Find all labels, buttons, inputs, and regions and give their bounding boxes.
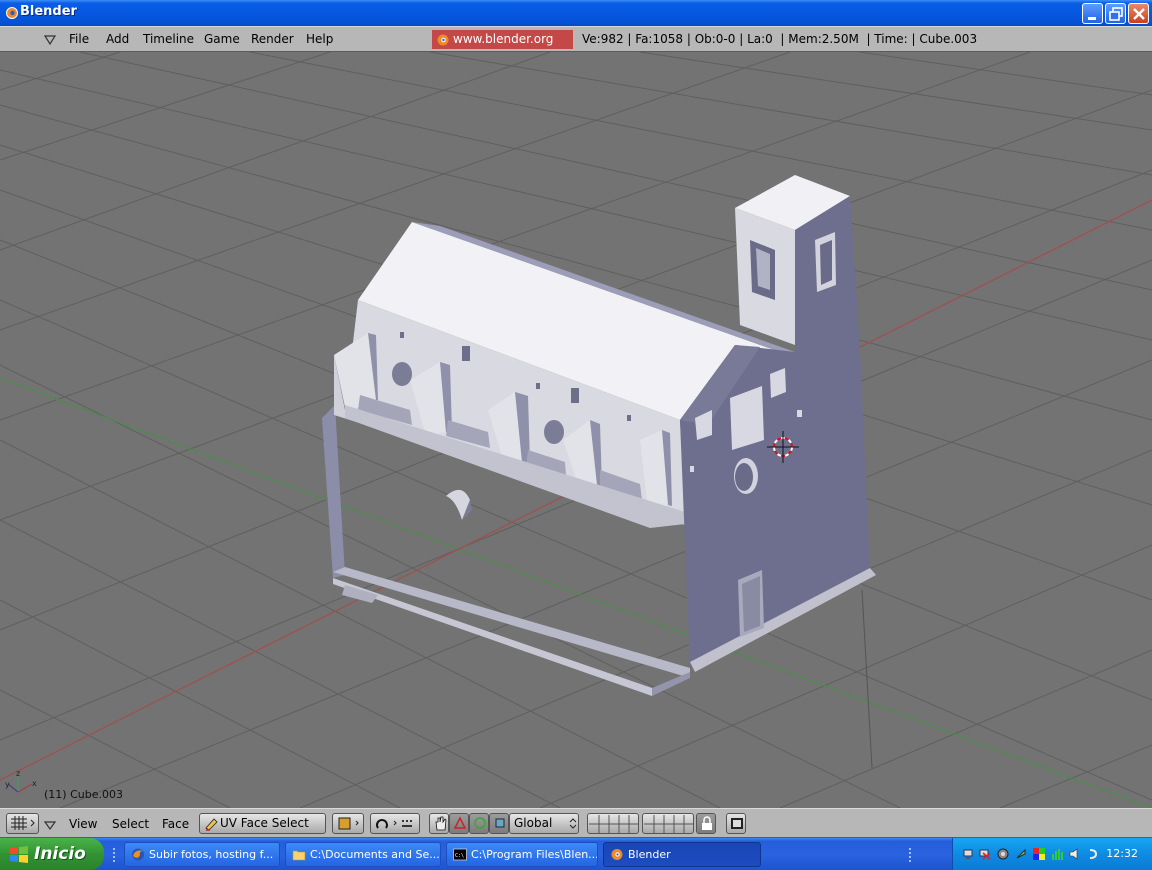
- pivot-icon: [376, 819, 412, 829]
- header-collapse-icon[interactable]: [44, 821, 56, 830]
- tools-icon[interactable]: [1015, 848, 1027, 860]
- blender-logo-icon: [6, 7, 18, 19]
- volume-icon[interactable]: [1069, 848, 1081, 860]
- mode-select[interactable]: UV Face Select: [199, 813, 326, 834]
- menu-face[interactable]: Face: [162, 817, 189, 831]
- view3d-header: View Select Face UV Face Select Global: [0, 808, 1152, 838]
- taskbar-item-explorer[interactable]: C:\Documents and Se...: [285, 842, 441, 867]
- restore-icon: [1109, 7, 1123, 21]
- task-label: Blender: [628, 848, 671, 861]
- triangle-translate-icon: [453, 816, 467, 829]
- taskbar-grip-icon: [113, 848, 115, 862]
- render-preview-button[interactable]: [726, 813, 746, 834]
- mode-select-value: UV Face Select: [220, 816, 309, 830]
- menu-file[interactable]: File: [69, 32, 89, 46]
- window-titlebar[interactable]: Blender: [0, 0, 1152, 26]
- menu-select[interactable]: Select: [112, 817, 149, 831]
- square-scale-icon: [495, 818, 505, 828]
- network-disconnected-icon[interactable]: [979, 848, 991, 860]
- clock: 12:32: [1106, 847, 1138, 860]
- blender-icon: [611, 849, 623, 860]
- info-header: File Add Timeline Game Render Help www.b…: [0, 26, 1152, 65]
- close-icon: [1133, 8, 1145, 20]
- meter-icon[interactable]: [1051, 848, 1063, 860]
- scale-manipulator-button[interactable]: [489, 813, 509, 834]
- circle-rotate-icon: [474, 817, 486, 829]
- manipulator-toggle[interactable]: [429, 813, 449, 834]
- task-label: Subir fotos, hosting f...: [149, 848, 274, 861]
- menu-game[interactable]: Game: [204, 32, 240, 46]
- editor-type-button[interactable]: [6, 813, 39, 834]
- layer-buttons-a[interactable]: [587, 813, 639, 834]
- scene-stats: Ve:982 | Fa:1058 | Ob:0-0 | La:0 | Mem:2…: [582, 32, 978, 46]
- solid-draw-icon: [338, 817, 359, 830]
- console-icon: C:\: [453, 848, 467, 861]
- blender-window: Blender File Add Timeline Game Render He…: [0, 0, 1152, 870]
- security-icon[interactable]: [997, 848, 1009, 860]
- image-icon: [731, 818, 743, 829]
- svg-text:x: x: [32, 779, 37, 788]
- taskbar-item-console[interactable]: C:\ C:\Program Files\Blen...: [446, 842, 598, 867]
- system-tray: 12:32: [952, 838, 1152, 870]
- grid-editor-icon: [11, 816, 35, 830]
- lock-icon: [702, 816, 712, 830]
- z-guide-line: [861, 589, 873, 769]
- minimize-button[interactable]: [1082, 3, 1103, 24]
- firefox-icon: [132, 848, 144, 861]
- blender-org-link[interactable]: www.blender.org 245: [432, 30, 573, 65]
- svg-text:C:\: C:\: [455, 853, 464, 859]
- menu-view[interactable]: View: [69, 817, 97, 831]
- draw-type-select[interactable]: [332, 813, 364, 834]
- folder-icon: [292, 850, 306, 861]
- translate-manipulator-button[interactable]: [449, 813, 469, 834]
- windows-taskbar: Inicio Subir fotos, hosting f... C:\Docu…: [0, 838, 1152, 870]
- layer-buttons-b[interactable]: [642, 813, 694, 834]
- uv-face-icon: [205, 818, 218, 831]
- orientation-value: Global: [514, 816, 553, 830]
- taskbar-item-firefox[interactable]: Subir fotos, hosting f...: [124, 842, 280, 867]
- blender-logo-icon: [437, 34, 449, 46]
- close-button[interactable]: [1128, 3, 1149, 24]
- svg-text:z: z: [16, 769, 20, 778]
- layer-grid-icon: [589, 815, 639, 833]
- axis-gizmo-icon: z x y: [5, 769, 37, 793]
- task-label: C:\Program Files\Blen...: [471, 848, 598, 861]
- window-title: Blender: [20, 4, 77, 19]
- menu-help[interactable]: Help: [306, 32, 333, 46]
- lock-layers-button[interactable]: [696, 813, 716, 834]
- updown-arrows-icon: [569, 818, 577, 829]
- color-app-icon[interactable]: [1033, 848, 1045, 860]
- task-label: C:\Documents and Se...: [310, 848, 440, 861]
- viewport-scene: z x y: [0, 52, 1152, 808]
- menu-add[interactable]: Add: [106, 32, 129, 46]
- network-icon[interactable]: [963, 848, 975, 860]
- svg-text:y: y: [5, 780, 10, 789]
- taskbar-item-blender[interactable]: Blender: [603, 842, 761, 867]
- church-mesh[interactable]: [322, 175, 876, 696]
- header-collapse-icon[interactable]: [44, 35, 56, 45]
- 3d-viewport[interactable]: z x y (11) Cube.003: [0, 52, 1152, 808]
- minimize-icon: [1088, 17, 1096, 20]
- start-button[interactable]: Inicio: [0, 838, 104, 870]
- antivirus-icon[interactable]: [1087, 848, 1099, 860]
- hand-icon: [435, 816, 447, 831]
- rotate-manipulator-button[interactable]: [469, 813, 489, 834]
- orientation-select[interactable]: Global: [509, 813, 579, 834]
- menu-render[interactable]: Render: [251, 32, 294, 46]
- layer-grid-icon: [644, 815, 694, 833]
- active-object-label: (11) Cube.003: [44, 788, 123, 801]
- taskbar-grip-icon: [909, 848, 911, 862]
- pivot-select[interactable]: [370, 813, 420, 834]
- menu-timeline[interactable]: Timeline: [143, 32, 194, 46]
- start-label: Inicio: [34, 844, 86, 864]
- restore-button[interactable]: [1105, 3, 1126, 24]
- windows-logo-icon: [10, 846, 28, 863]
